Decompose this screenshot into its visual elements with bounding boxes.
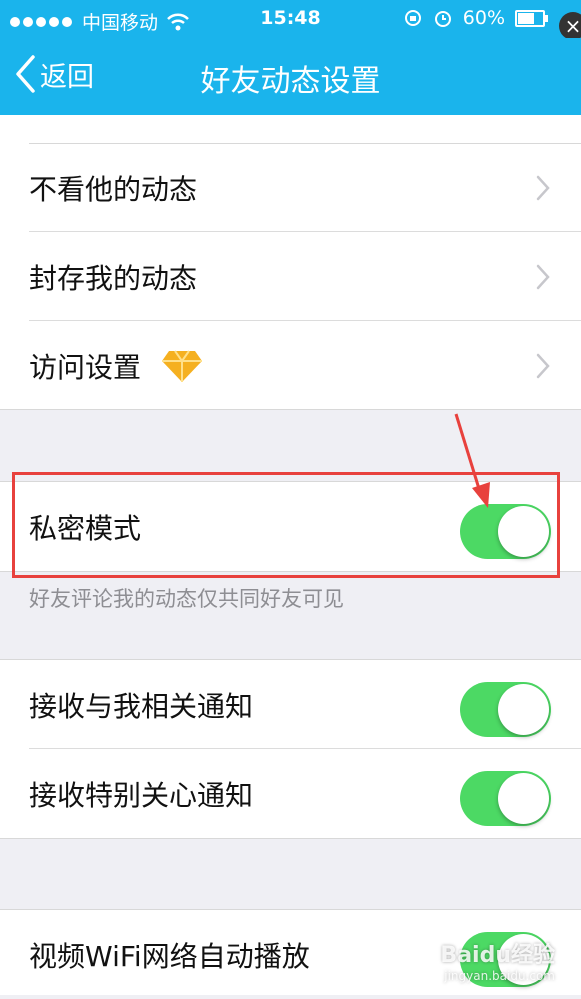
rotation-lock-icon xyxy=(404,10,421,26)
row-related-notifications: 接收与我相关通知 xyxy=(0,660,581,749)
chevron-right-icon xyxy=(536,353,550,379)
special-care-notifications-toggle[interactable] xyxy=(460,771,551,826)
page-title: 好友动态设置 xyxy=(200,64,381,99)
battery-percent: 60% xyxy=(462,7,505,29)
row-label: 不看他的动态 xyxy=(29,172,198,206)
row-label: 封存我的动态 xyxy=(29,261,198,295)
row-label: 接收特别关心通知 xyxy=(29,778,254,812)
battery-fill xyxy=(518,12,534,24)
related-notifications-toggle[interactable] xyxy=(460,682,551,737)
navigation-bar: 返回 好友动态设置 xyxy=(0,38,581,115)
status-bar: 中国移动 15:48 60% × xyxy=(0,0,581,40)
settings-group-notifications: 接收与我相关通知 接收特别关心通知 xyxy=(0,660,581,838)
chevron-right-icon xyxy=(536,264,550,290)
row-label: 访问设置 xyxy=(29,350,142,384)
watermark-url: jingyan.baidu.com xyxy=(444,969,555,983)
battery-icon xyxy=(515,9,548,27)
annotation-arrow-icon xyxy=(454,413,490,508)
row-hide-their-feed[interactable]: 不看他的动态 xyxy=(0,143,581,232)
diamond-vip-icon xyxy=(162,349,203,382)
settings-group-visibility: 不看他的动态 封存我的动态 访问设置 xyxy=(0,115,581,409)
row-archive-my-feed[interactable]: 封存我的动态 xyxy=(0,232,581,321)
row-label: 接收与我相关通知 xyxy=(29,689,254,723)
baidu-watermark: Baidu经验 jingyan.baidu.com xyxy=(440,937,555,983)
alarm-icon xyxy=(434,11,451,27)
row-label: 视频WiFi网络自动播放 xyxy=(29,939,310,973)
row-special-care-notifications: 接收特别关心通知 xyxy=(0,749,581,838)
status-right: 60% xyxy=(403,7,548,29)
row-access-settings[interactable]: 访问设置 xyxy=(0,321,581,410)
private-mode-hint: 好友评论我的动态仅共同好友可见 xyxy=(29,587,344,611)
chevron-right-icon xyxy=(536,175,550,201)
watermark-brand: Baidu经验 xyxy=(440,943,555,968)
close-icon[interactable]: × xyxy=(559,12,581,40)
